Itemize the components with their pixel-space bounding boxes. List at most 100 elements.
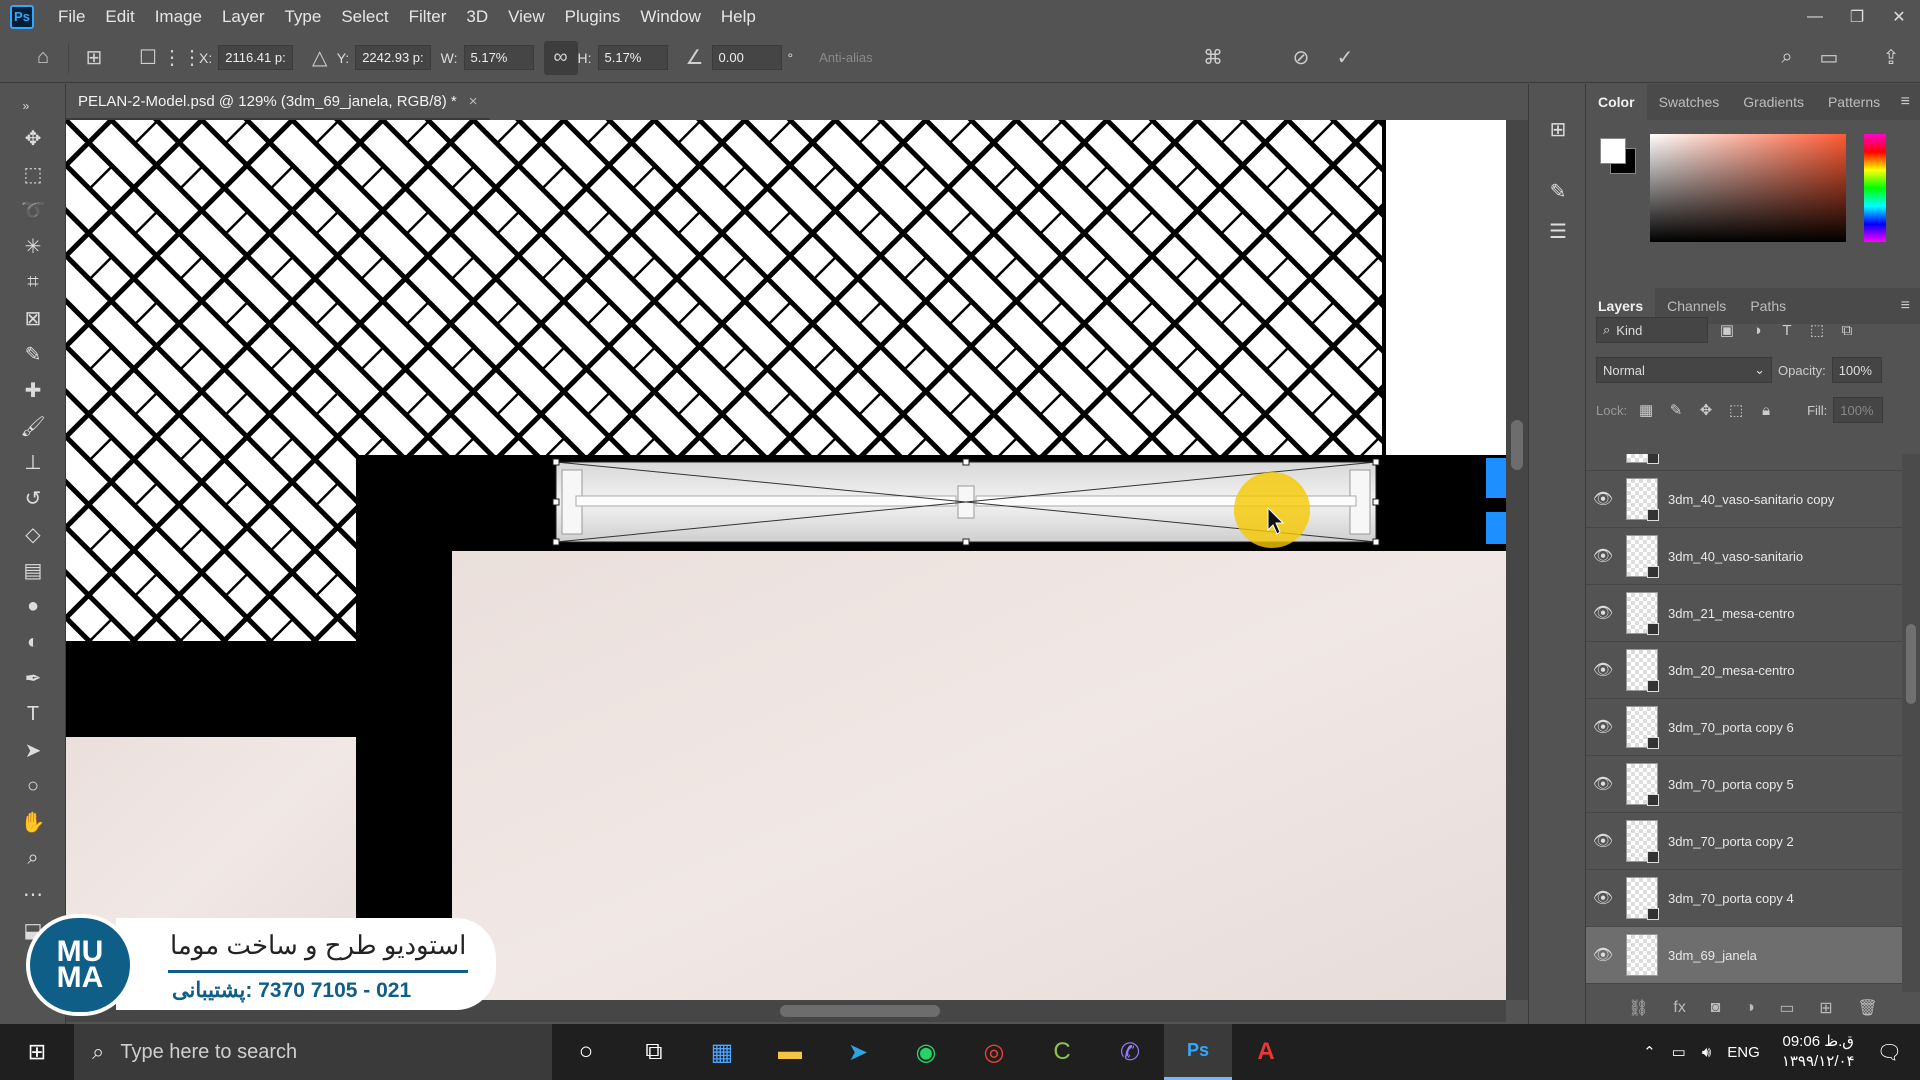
- w-input[interactable]: 5.17%: [463, 45, 534, 70]
- lock-artboard-icon[interactable]: ⬚: [1725, 399, 1747, 421]
- brush-tool-icon[interactable]: 🖌: [17, 410, 49, 442]
- angle-field[interactable]: 0.00 °: [711, 45, 793, 70]
- camtasia-icon[interactable]: C: [1028, 1024, 1096, 1080]
- layer-row[interactable]: 👁︎: [1586, 454, 1902, 471]
- network-icon[interactable]: ▭: [1664, 1043, 1694, 1061]
- x-field[interactable]: X: 2116.41 p:: [199, 45, 293, 70]
- dodge-tool-icon[interactable]: ◐: [17, 626, 49, 658]
- vertical-scrollbar[interactable]: [1506, 120, 1528, 1000]
- tab-gradients[interactable]: Gradients: [1731, 84, 1816, 120]
- grid-icon[interactable]: ⋮⋮: [162, 41, 202, 75]
- opacity-input[interactable]: 100%: [1831, 357, 1882, 383]
- commit-transform-icon[interactable]: ✓: [1328, 41, 1362, 75]
- h-input[interactable]: 5.17%: [597, 45, 668, 70]
- cancel-transform-icon[interactable]: ⊘: [1284, 41, 1318, 75]
- visibility-eye-icon[interactable]: 👁︎: [1586, 717, 1620, 737]
- type-tool-icon[interactable]: T: [17, 698, 49, 730]
- autocad-icon[interactable]: A: [1232, 1024, 1300, 1080]
- menu-edit[interactable]: Edit: [95, 7, 144, 27]
- x-input[interactable]: 2116.41 p:: [218, 45, 293, 70]
- more-tools-icon[interactable]: ⋯: [17, 878, 49, 910]
- cortana-icon[interactable]: ○: [552, 1024, 620, 1080]
- telegram-icon[interactable]: ➤: [824, 1024, 892, 1080]
- pen-tool-icon[interactable]: ✒: [17, 662, 49, 694]
- zoom-tool-icon[interactable]: ⌕: [17, 842, 49, 874]
- frame-tool-icon[interactable]: ⊠: [17, 302, 49, 334]
- chrome-icon[interactable]: ◎: [960, 1024, 1028, 1080]
- eraser-tool-icon[interactable]: ◇: [17, 518, 49, 550]
- tab-patterns[interactable]: Patterns: [1816, 84, 1892, 120]
- menu-select[interactable]: Select: [331, 7, 398, 27]
- antialias-checkbox[interactable]: Anti-alias: [819, 50, 872, 65]
- filter-adjustment-icon[interactable]: ◑: [1746, 319, 1768, 341]
- workspace-icon[interactable]: ▭: [1812, 41, 1846, 75]
- crop-tool-icon[interactable]: ⌗: [17, 266, 49, 298]
- menu-help[interactable]: Help: [711, 7, 766, 27]
- whatsapp-icon[interactable]: ◉: [892, 1024, 960, 1080]
- layer-row[interactable]: 👁︎ 3dm_20_mesa-centro: [1586, 642, 1902, 699]
- layer-row[interactable]: 👁︎ 3dm_70_porta copy 4: [1586, 870, 1902, 927]
- new-layer-icon[interactable]: ⊞: [1819, 998, 1832, 1018]
- reference-point-icon[interactable]: ⊞: [77, 41, 111, 75]
- fill-input[interactable]: 100%: [1833, 397, 1884, 423]
- gradient-tool-icon[interactable]: ▤: [17, 554, 49, 586]
- language-indicator[interactable]: ENG: [1719, 1044, 1768, 1061]
- lock-image-icon[interactable]: ✎: [1665, 399, 1687, 421]
- delete-layer-icon[interactable]: 🗑︎: [1857, 998, 1877, 1018]
- lock-position-icon[interactable]: ✥: [1695, 399, 1717, 421]
- windows-start-icon[interactable]: ⊞: [0, 1024, 74, 1080]
- history-brush-tool-icon[interactable]: ↺: [17, 482, 49, 514]
- chevron-up-icon[interactable]: ⌃: [1635, 1043, 1664, 1061]
- healing-brush-tool-icon[interactable]: ✚: [17, 374, 49, 406]
- lasso-tool-icon[interactable]: ➰: [17, 194, 49, 226]
- visibility-eye-icon[interactable]: 👁︎: [1586, 660, 1620, 680]
- panel-menu-icon[interactable]: ≡: [1901, 93, 1910, 111]
- horizontal-scroll-thumb[interactable]: [780, 1005, 940, 1017]
- path-selection-tool-icon[interactable]: ➤: [17, 734, 49, 766]
- layer-row[interactable]: 👁︎ 3dm_21_mesa-centro: [1586, 585, 1902, 642]
- menu-3d[interactable]: 3D: [456, 7, 498, 27]
- link-layers-icon[interactable]: ⛓: [1628, 998, 1648, 1018]
- tab-color[interactable]: Color: [1586, 84, 1647, 120]
- calculator-icon[interactable]: ▦: [688, 1024, 756, 1080]
- visibility-eye-icon[interactable]: 👁︎: [1586, 489, 1620, 509]
- tab-swatches[interactable]: Swatches: [1647, 84, 1732, 120]
- hand-tool-icon[interactable]: ✋: [17, 806, 49, 838]
- layer-filter-kind[interactable]: ⌕ Kind: [1596, 317, 1708, 343]
- menu-type[interactable]: Type: [274, 7, 331, 27]
- filter-pixel-icon[interactable]: ▣: [1716, 319, 1738, 341]
- layer-row[interactable]: 👁︎ 3dm_40_vaso-sanitario: [1586, 528, 1902, 585]
- adjustment-layer-icon[interactable]: ◑: [1745, 999, 1755, 1017]
- lock-all-icon[interactable]: 🔒︎: [1755, 399, 1777, 421]
- magic-wand-tool-icon[interactable]: ✳: [17, 230, 49, 262]
- lock-transparent-icon[interactable]: ▦: [1635, 399, 1657, 421]
- history-panel-icon[interactable]: ⊞: [1543, 114, 1573, 144]
- warp-icon[interactable]: ⌘: [1196, 41, 1230, 75]
- menu-view[interactable]: View: [498, 7, 555, 27]
- collapse-tools-icon[interactable]: »: [10, 90, 42, 122]
- adjustments-icon[interactable]: ☰: [1543, 216, 1573, 246]
- filter-type-icon[interactable]: T: [1776, 319, 1798, 341]
- volume-icon[interactable]: 🔊︎: [1694, 1044, 1719, 1061]
- document-tab[interactable]: PELAN-2-Model.psd @ 129% (3dm_69_janela,…: [66, 84, 490, 120]
- visibility-eye-icon[interactable]: 👁︎: [1586, 774, 1620, 794]
- viber-icon[interactable]: ✆: [1096, 1024, 1164, 1080]
- move-tool-icon[interactable]: ✥: [17, 122, 49, 154]
- blur-tool-icon[interactable]: ●: [17, 590, 49, 622]
- menu-file[interactable]: File: [48, 7, 95, 27]
- ellipse-tool-icon[interactable]: ○: [17, 770, 49, 802]
- clone-stamp-tool-icon[interactable]: ⊥: [17, 446, 49, 478]
- layer-row[interactable]: 👁︎ 3dm_70_porta copy 6: [1586, 699, 1902, 756]
- taskbar-search[interactable]: ⌕ Type here to search: [74, 1024, 552, 1080]
- layer-row[interactable]: 👁︎ 3dm_70_porta copy 2: [1586, 813, 1902, 870]
- home-icon[interactable]: ⌂: [26, 41, 60, 75]
- layer-row-selected[interactable]: 👁︎ 3dm_69_janela: [1586, 927, 1902, 984]
- w-field[interactable]: W: 5.17%: [441, 45, 534, 70]
- y-field[interactable]: Y: 2242.93 p:: [337, 45, 431, 70]
- marquee-tool-icon[interactable]: ⬚: [17, 158, 49, 190]
- close-button[interactable]: ✕: [1878, 7, 1920, 27]
- hue-slider[interactable]: [1864, 134, 1886, 242]
- photoshop-taskbar-icon[interactable]: Ps: [1164, 1024, 1232, 1080]
- layer-mask-icon[interactable]: ◙: [1711, 999, 1721, 1017]
- share-icon[interactable]: ⇪: [1874, 41, 1908, 75]
